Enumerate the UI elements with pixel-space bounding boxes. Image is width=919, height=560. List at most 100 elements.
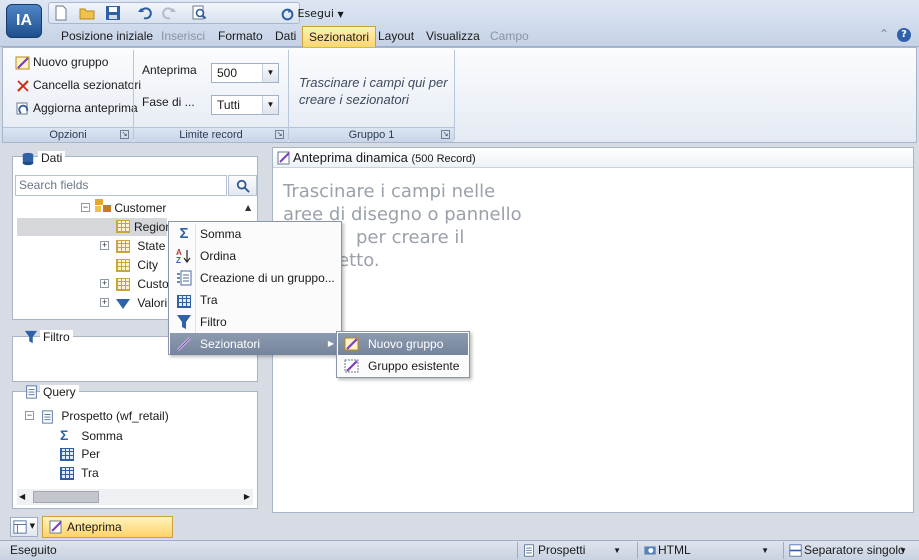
filter-icon — [24, 330, 38, 344]
separator-icon — [789, 544, 802, 557]
expand-icon[interactable]: + — [100, 279, 109, 288]
delete-slicers-button[interactable]: Cancella sezionatori — [15, 75, 141, 95]
field-icon — [116, 278, 130, 292]
menu-item-sum[interactable]: Σ Somma — [170, 223, 340, 245]
tab-slicers[interactable]: Sezionatori — [302, 26, 377, 47]
status-text: Eseguito — [10, 543, 57, 557]
chevron-down-icon: ▼ — [899, 546, 907, 555]
report-type-value: Prospetti — [538, 543, 586, 557]
create-group-icon — [176, 270, 192, 286]
tab-dynamic-preview[interactable]: Anteprima dinamica — [42, 516, 173, 554]
query-node-label: Per — [81, 447, 101, 461]
search-input[interactable]: Search fields — [15, 175, 227, 196]
preview-limit-value: 500 — [217, 66, 238, 80]
query-node-by[interactable]: Per — [60, 445, 100, 463]
undo-icon[interactable] — [137, 5, 155, 22]
scroll-left-icon[interactable]: ◀ — [19, 492, 25, 501]
tree-node-customer-field[interactable]: + Custom — [100, 275, 179, 293]
tree-node-values[interactable]: + Valori — [100, 294, 167, 312]
expand-icon[interactable]: + — [100, 298, 109, 307]
options-group-title: Opzioni — [49, 129, 87, 141]
measures-icon — [116, 298, 130, 309]
collapse-icon[interactable]: − — [81, 203, 90, 212]
scroll-up-icon[interactable]: ▲ — [245, 203, 251, 212]
new-document-icon[interactable] — [53, 5, 71, 22]
tab-home[interactable]: Posizione iniziale — [61, 26, 153, 46]
query-node-sum[interactable]: Σ Somma — [60, 426, 123, 444]
expand-icon[interactable]: + — [100, 241, 109, 250]
menu-item-sort[interactable]: AZ Ordina — [170, 245, 340, 267]
data-panel-title: Dati — [38, 151, 66, 165]
record-limit-launcher-icon[interactable]: ↘ — [275, 130, 284, 139]
open-folder-icon[interactable] — [79, 5, 97, 22]
html-format-icon — [643, 544, 656, 556]
new-group-button[interactable]: Nuovo gruppo — [15, 52, 108, 72]
menu-item-create-group[interactable]: Creazione di un gruppo... — [170, 267, 340, 289]
delete-slicers-icon — [15, 78, 31, 94]
tree-node-city[interactable]: City — [116, 256, 158, 274]
slicer-drop-zone[interactable]: Trascinare i campi qui per creare i sezi… — [299, 74, 449, 108]
tab-layout[interactable]: Layout — [378, 26, 414, 46]
tab-format[interactable]: Formato — [218, 26, 263, 46]
horizontal-scrollbar[interactable]: ◀ ▶ — [17, 489, 253, 505]
output-format-value: HTML — [658, 543, 691, 557]
query-node-label: Somma — [81, 429, 123, 443]
report-type-select[interactable]: Prospetti ▼ — [517, 542, 625, 559]
dynamic-preview-canvas[interactable]: Anteprima dinamica (500 Record) Trascina… — [272, 147, 914, 513]
update-preview-button[interactable]: Aggiorna anteprima — [15, 98, 138, 118]
preview-limit-label: Anteprima — [142, 63, 197, 77]
menu-item-across[interactable]: Tra — [170, 289, 340, 311]
output-format-select[interactable]: HTML ▼ — [637, 542, 773, 559]
data-source-icon — [21, 152, 35, 166]
minimize-ribbon-icon[interactable]: ⌃ — [879, 27, 889, 41]
collapse-icon[interactable]: − — [25, 411, 34, 420]
redo-icon — [161, 5, 179, 22]
record-limit-group-label: Limite record ↘ — [134, 127, 288, 142]
tab-data[interactable]: Dati — [275, 26, 296, 46]
tab-view[interactable]: Visualizza — [426, 26, 480, 46]
report-icon — [523, 544, 535, 557]
query-node-label: Tra — [81, 466, 99, 480]
dimension-icon — [95, 199, 111, 212]
search-icon[interactable] — [228, 175, 257, 196]
sum-icon: Σ — [60, 427, 69, 443]
layout-view-icon — [13, 520, 27, 534]
tab-insert: Inserisci — [161, 29, 206, 43]
tree-node-label: Valori — [137, 296, 168, 310]
menu-item-filter[interactable]: Filtro — [170, 311, 340, 333]
tree-node-label: Customer — [114, 201, 167, 215]
print-preview-icon[interactable] — [191, 5, 209, 22]
separator-select[interactable]: Separatore singolo ▼ — [783, 542, 911, 559]
context-menu: Σ Somma AZ Ordina Creazione di un gruppo… — [168, 221, 342, 355]
query-icon — [25, 385, 38, 399]
existing-group-icon — [344, 358, 360, 374]
phase-select[interactable]: Tutti ▼ — [211, 95, 279, 115]
tree-node-customer[interactable]: − Customer — [81, 199, 166, 217]
menu-item-label: Creazione di un gruppo... — [200, 271, 335, 285]
help-icon[interactable]: ? — [897, 28, 911, 42]
tree-node-state[interactable]: + State — [100, 237, 165, 255]
sort-az-icon: AZ — [176, 248, 192, 264]
chevron-down-icon: ▼ — [337, 10, 344, 19]
app-logo[interactable]: IA — [6, 4, 42, 38]
query-node-report[interactable]: − Prospetto (wf_retail) — [25, 407, 169, 425]
options-launcher-icon[interactable]: ↘ — [120, 130, 129, 139]
preview-limit-select[interactable]: 500 ▼ — [211, 63, 279, 83]
menu-item-existing-group[interactable]: Gruppo esistente — [338, 355, 468, 377]
chevron-down-icon: ▼ — [262, 96, 278, 114]
tree-node-label: State — [137, 239, 166, 253]
query-node-across[interactable]: Tra — [60, 464, 99, 482]
save-icon[interactable] — [105, 5, 123, 22]
tree-node-region[interactable]: Region — [17, 218, 172, 236]
menu-item-slicers[interactable]: Sezionatori ▶ — [170, 333, 340, 355]
scroll-right-icon[interactable]: ▶ — [244, 492, 250, 501]
view-switcher-button[interactable]: ▼ — [10, 517, 38, 537]
scrollbar-thumb[interactable] — [33, 491, 99, 503]
menu-item-new-group[interactable]: Nuovo gruppo — [338, 333, 468, 355]
phase-label: Fase di ... — [142, 95, 195, 109]
new-group-icon — [15, 55, 31, 71]
phase-value: Tutti — [217, 98, 240, 112]
run-button[interactable]: Esegui ▼ — [279, 5, 347, 22]
group1-launcher-icon[interactable]: ↘ — [441, 130, 450, 139]
run-icon — [281, 8, 294, 21]
